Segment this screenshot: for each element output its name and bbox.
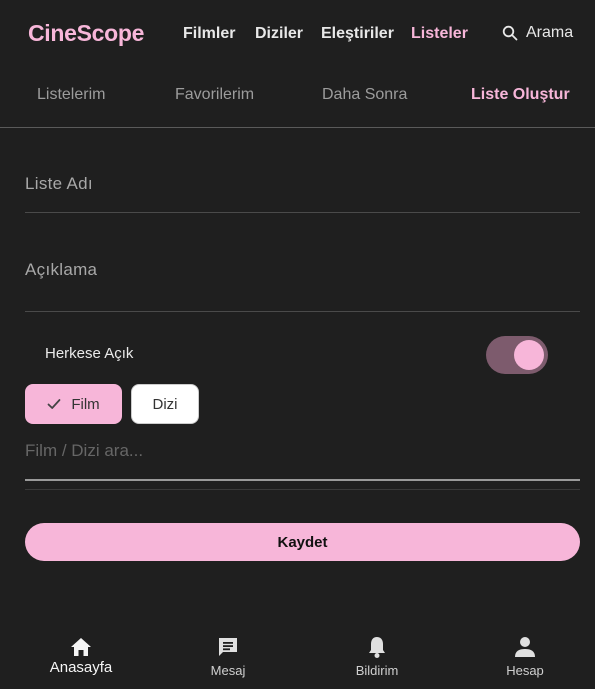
bottom-nav-anasayfa[interactable]: Anasayfa xyxy=(21,627,141,676)
description-underline xyxy=(25,311,580,312)
chip-dizi[interactable]: Dizi xyxy=(131,384,199,424)
bottom-navigation: Anasayfa Mesaj Bildirim Hesap xyxy=(0,627,595,689)
check-icon xyxy=(47,399,61,409)
list-name-field[interactable]: Liste Adı xyxy=(25,174,580,194)
film-dizi-search-input[interactable]: Film / Dizi ara... xyxy=(25,441,580,461)
message-icon xyxy=(219,638,237,656)
home-icon xyxy=(71,638,91,656)
search-icon xyxy=(502,25,518,41)
save-button[interactable]: Kaydet xyxy=(25,523,580,561)
list-tabs: Listelerim Favorilerim Daha Sonra Liste … xyxy=(0,68,595,128)
bottom-nav-label: Mesaj xyxy=(210,663,246,678)
search-button[interactable]: Arama xyxy=(502,24,573,42)
tab-favorilerim[interactable]: Favorilerim xyxy=(175,86,254,104)
list-name-placeholder: Liste Adı xyxy=(25,174,93,193)
chip-film[interactable]: Film xyxy=(25,384,122,424)
search-label: Arama xyxy=(526,24,574,41)
description-placeholder: Açıklama xyxy=(25,260,98,279)
bottom-nav-mesaj[interactable]: Mesaj xyxy=(168,627,288,678)
bottom-nav-label: Anasayfa xyxy=(49,659,113,676)
description-field[interactable]: Açıklama xyxy=(25,260,580,280)
bottom-nav-label: Hesap xyxy=(506,663,544,678)
bell-icon xyxy=(369,637,385,658)
tab-daha-sonra[interactable]: Daha Sonra xyxy=(322,86,407,104)
bottom-nav-hesap[interactable]: Hesap xyxy=(465,627,585,678)
chip-dizi-label: Dizi xyxy=(152,395,178,413)
bottom-nav-bildirim[interactable]: Bildirim xyxy=(317,627,437,678)
chip-film-label: Film xyxy=(71,395,100,413)
list-name-underline xyxy=(25,212,580,213)
switch-knob xyxy=(514,340,544,370)
nav-link-listeler[interactable]: Listeler xyxy=(411,25,468,43)
nav-link-diziler[interactable]: Diziler xyxy=(255,25,303,43)
nav-link-filmler[interactable]: Filmler xyxy=(183,25,235,43)
top-app-bar: CineScope Filmler Diziler Eleştiriler Li… xyxy=(0,0,595,68)
public-toggle-label: Herkese Açık xyxy=(45,345,134,362)
bottom-nav-label: Bildirim xyxy=(355,663,399,678)
nav-link-elestiriler[interactable]: Eleştiriler xyxy=(321,25,394,43)
tab-liste-olustur[interactable]: Liste Oluştur xyxy=(471,86,570,104)
search-input-underline xyxy=(25,479,580,481)
person-icon xyxy=(515,637,535,657)
tab-listelerim[interactable]: Listelerim xyxy=(37,86,105,104)
divider xyxy=(25,489,580,490)
brand-logo[interactable]: CineScope xyxy=(28,20,144,47)
public-switch[interactable] xyxy=(486,336,548,374)
